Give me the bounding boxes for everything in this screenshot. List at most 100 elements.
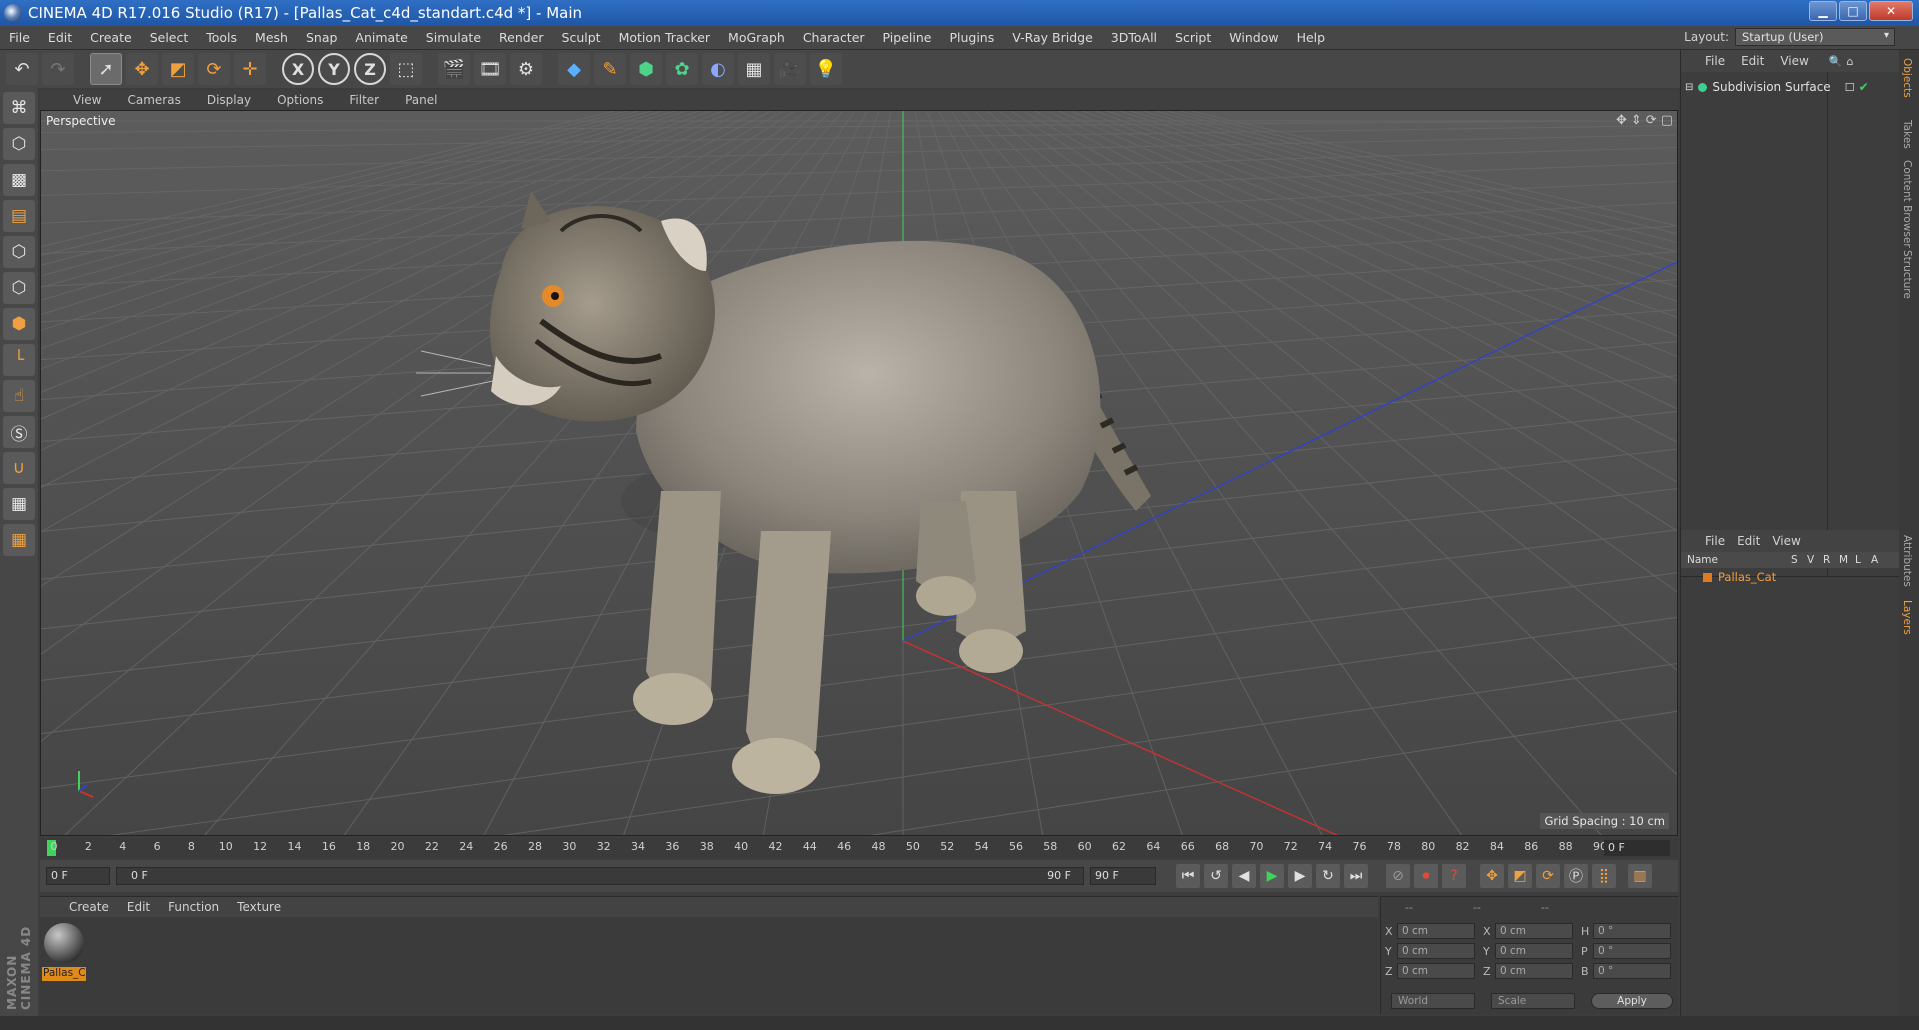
menu-pipeline[interactable]: Pipeline: [874, 30, 941, 45]
model-mode-icon[interactable]: ⬡: [3, 128, 35, 160]
size-mode-dropdown[interactable]: Scale: [1491, 993, 1575, 1009]
autokey-icon[interactable]: ⏺: [1414, 864, 1438, 888]
end-frame-field[interactable]: 90 F: [1090, 867, 1156, 885]
viewport-menu-panel[interactable]: Panel: [392, 93, 450, 107]
next-frame-icon[interactable]: ▶: [1288, 864, 1312, 888]
maximize-button[interactable]: □: [1839, 1, 1867, 21]
object-manager-tree[interactable]: [1681, 72, 1900, 577]
floor-icon[interactable]: ▦: [738, 53, 770, 85]
menu-3dtoall[interactable]: 3DToAll: [1102, 30, 1166, 45]
axis-mode-icon[interactable]: └: [3, 344, 35, 376]
menu-mesh[interactable]: Mesh: [246, 30, 297, 45]
material-menu-create[interactable]: Create: [60, 900, 118, 914]
deformer-icon[interactable]: ◐: [702, 53, 734, 85]
quantize-icon[interactable]: ▦: [3, 524, 35, 556]
keyframe-selection-icon[interactable]: ?: [1442, 864, 1466, 888]
object-row[interactable]: ⊟ Subdivision Surface ☐ ✔: [1685, 78, 1895, 96]
preview-range-slider[interactable]: 0 F 90 F: [116, 867, 1084, 885]
menu-vray-bridge[interactable]: V-Ray Bridge: [1003, 30, 1102, 45]
rotation-p-field[interactable]: 0 °: [1593, 943, 1671, 959]
layer-color-swatch[interactable]: [1703, 572, 1712, 582]
layout-dropdown[interactable]: Startup (User): [1735, 28, 1895, 46]
render-to-picture-viewer-icon[interactable]: 🎞: [474, 53, 506, 85]
menu-window[interactable]: Window: [1220, 30, 1287, 45]
scale-key-icon[interactable]: ◩: [1508, 864, 1532, 888]
menu-render[interactable]: Render: [490, 30, 553, 45]
pen-spline-icon[interactable]: ✎: [594, 53, 626, 85]
start-frame-field[interactable]: 0 F: [46, 867, 110, 885]
workplane-lock-icon[interactable]: ▦: [3, 488, 35, 520]
menu-simulate[interactable]: Simulate: [417, 30, 490, 45]
menu-snap[interactable]: Snap: [297, 30, 346, 45]
menu-mograph[interactable]: MoGraph: [719, 30, 794, 45]
rotation-b-field[interactable]: 0 °: [1593, 963, 1671, 979]
objects-menu-view[interactable]: View: [1774, 54, 1814, 68]
size-z-field[interactable]: 0 cm: [1495, 963, 1573, 979]
edit-toggle-icon[interactable]: ☐: [1845, 81, 1855, 94]
layers-menu-edit[interactable]: Edit: [1731, 534, 1766, 548]
tweak-mode-icon[interactable]: ☝: [3, 380, 35, 412]
workplane-icon[interactable]: ▤: [3, 200, 35, 232]
timeline-window-icon[interactable]: ▥: [1628, 864, 1652, 888]
objects-menu-edit[interactable]: Edit: [1735, 54, 1770, 68]
redo-icon[interactable]: ↷: [42, 53, 74, 85]
layer-row[interactable]: Pallas_Cat: [1687, 570, 1776, 584]
rotate-icon[interactable]: ⟳: [198, 53, 230, 85]
point-level-key-icon[interactable]: ⣿: [1592, 864, 1616, 888]
viewport-menu-filter[interactable]: Filter: [336, 93, 392, 107]
menu-select[interactable]: Select: [141, 30, 198, 45]
tab-layers[interactable]: Layers: [1901, 600, 1913, 635]
tab-takes[interactable]: Takes: [1901, 120, 1913, 149]
edges-mode-icon[interactable]: ⬡: [3, 272, 35, 304]
subdivision-surface-icon[interactable]: ⬢: [630, 53, 662, 85]
menu-sculpt[interactable]: Sculpt: [553, 30, 610, 45]
menu-script[interactable]: Script: [1166, 30, 1220, 45]
points-mode-icon[interactable]: ⬡: [3, 236, 35, 268]
tab-content-browser[interactable]: Content Browser: [1901, 160, 1913, 248]
menu-plugins[interactable]: Plugins: [940, 30, 1003, 45]
go-to-start-icon[interactable]: ⏮: [1176, 864, 1200, 888]
rotation-key-icon[interactable]: ⟳: [1536, 864, 1560, 888]
menu-motion-tracker[interactable]: Motion Tracker: [610, 30, 719, 45]
previous-key-icon[interactable]: ↺: [1204, 864, 1228, 888]
scale-icon[interactable]: ◩: [162, 53, 194, 85]
parameter-key-icon[interactable]: Ⓟ: [1564, 864, 1588, 888]
search-icon[interactable]: 🔍: [1829, 55, 1843, 68]
material-menu-function[interactable]: Function: [159, 900, 228, 914]
menu-file[interactable]: File: [0, 30, 39, 45]
menu-help[interactable]: Help: [1288, 30, 1335, 45]
camera-icon[interactable]: 🎥: [774, 53, 806, 85]
x-axis-lock-button[interactable]: X: [282, 53, 314, 85]
material-preview-sphere[interactable]: [44, 923, 84, 963]
y-axis-lock-button[interactable]: Y: [318, 53, 350, 85]
move-icon[interactable]: ✥: [126, 53, 158, 85]
apply-button[interactable]: Apply: [1591, 993, 1673, 1009]
make-editable-icon[interactable]: ⌘: [3, 92, 35, 124]
close-button[interactable]: ✕: [1869, 1, 1913, 21]
home-icon[interactable]: ⌂: [1847, 55, 1854, 68]
menu-edit[interactable]: Edit: [39, 30, 81, 45]
render-view-icon[interactable]: 🎬: [438, 53, 470, 85]
texture-mode-icon[interactable]: ▩: [3, 164, 35, 196]
tab-structure[interactable]: Structure: [1901, 250, 1913, 299]
position-y-field[interactable]: 0 cm: [1397, 943, 1475, 959]
rotation-h-field[interactable]: 0 °: [1593, 923, 1671, 939]
coordinate-mode-dropdown[interactable]: World: [1391, 993, 1475, 1009]
orbit-icon[interactable]: ⟳: [1646, 113, 1657, 128]
menu-animate[interactable]: Animate: [346, 30, 416, 45]
current-frame-field[interactable]: 0 F: [1604, 840, 1670, 856]
objects-menu-file[interactable]: File: [1699, 54, 1731, 68]
next-key-icon[interactable]: ↻: [1316, 864, 1340, 888]
live-selection-icon[interactable]: ➚: [90, 53, 122, 85]
viewport-menu-view[interactable]: View: [60, 93, 114, 107]
object-name[interactable]: Subdivision Surface: [1712, 80, 1830, 94]
size-y-field[interactable]: 0 cm: [1495, 943, 1573, 959]
timeline-ruler[interactable]: 0 2 4 6 8 10 12 14 16 18 20 22 24 26 28 30 32 34 36 38 40 42 4…: [40, 838, 1678, 858]
material-menu-texture[interactable]: Texture: [228, 900, 290, 914]
snap-icon[interactable]: ∪: [3, 452, 35, 484]
light-icon[interactable]: 💡: [810, 53, 842, 85]
dolly-icon[interactable]: ⇕: [1631, 113, 1642, 128]
layers-menu-file[interactable]: File: [1699, 534, 1731, 548]
layer-name[interactable]: Pallas_Cat: [1718, 570, 1776, 584]
recent-tool-icon[interactable]: ✛: [234, 53, 266, 85]
